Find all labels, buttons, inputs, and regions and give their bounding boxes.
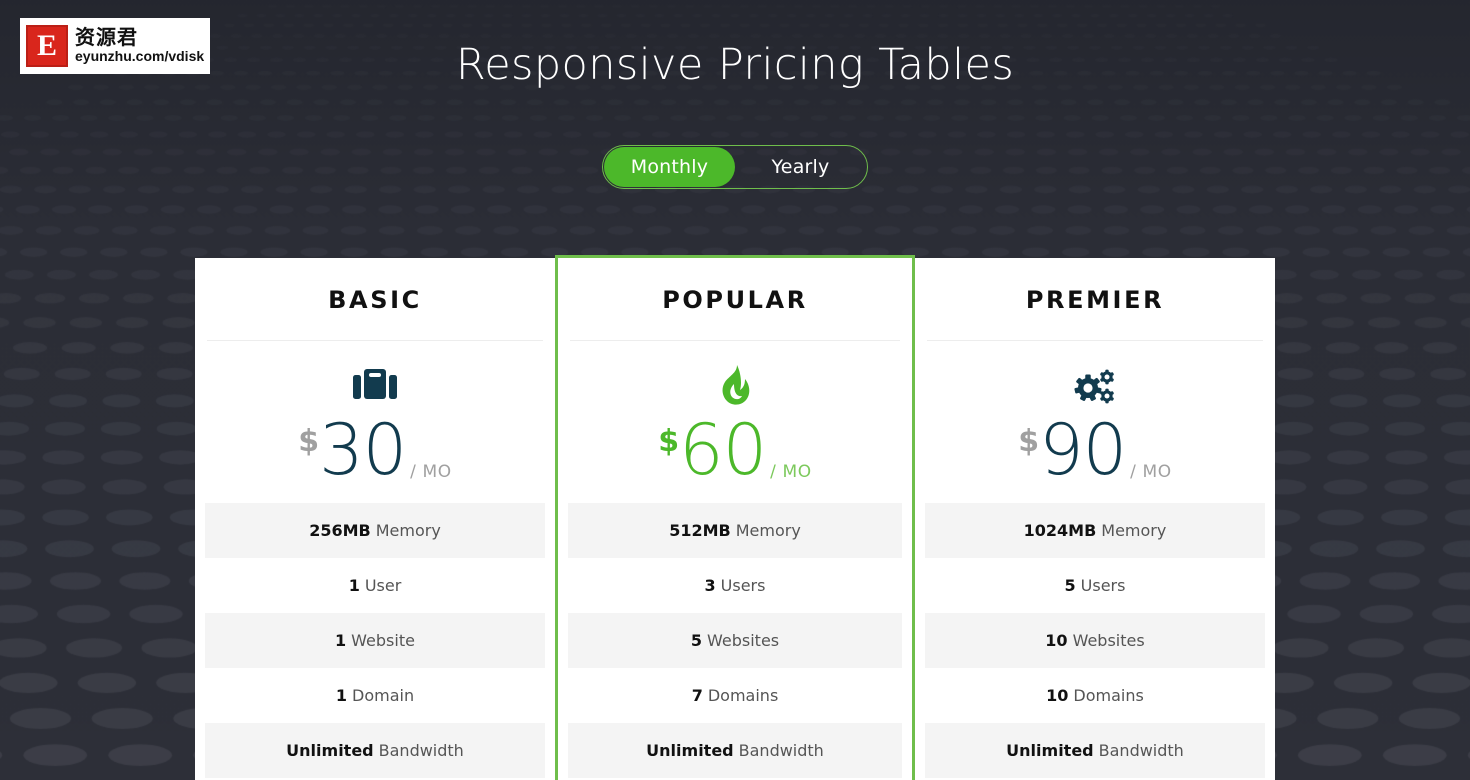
price-currency: $ — [658, 424, 680, 459]
feature-row: 7 Domains — [568, 668, 902, 723]
pricing-card-premier: PREMIER $90/ MO 1024MB Memory 5 Users 10 Websit… — [915, 258, 1275, 780]
pricing-tables: BASIC $30/ MO 256MB Memory 1 User 1 Website 1 Dom… — [195, 255, 1275, 780]
feature-value: 5 — [1064, 576, 1076, 595]
briefcase-icon — [195, 363, 555, 409]
feature-row: 3 Users — [568, 558, 902, 613]
feature-label: Memory — [735, 521, 801, 540]
feature-value: 3 — [704, 576, 716, 595]
feature-label: User — [364, 576, 402, 595]
price: $30/ MO — [195, 415, 555, 485]
feature-value: 7 — [691, 686, 703, 705]
watermark-badge-icon: E — [26, 25, 68, 67]
feature-row: 10 Websites — [925, 613, 1265, 668]
feature-list: 512MB Memory 3 Users 5 Websites 7 Domains Unlimi… — [558, 503, 912, 778]
feature-row: Unlimited Bandwidth — [568, 723, 902, 778]
feature-value: Unlimited — [646, 741, 734, 760]
price-block: $90/ MO — [915, 341, 1275, 503]
feature-value: 1024MB — [1023, 521, 1097, 540]
gears-icon — [915, 363, 1275, 409]
feature-row: 256MB Memory — [205, 503, 545, 558]
pricing-card-basic: BASIC $30/ MO 256MB Memory 1 User 1 Website 1 Dom… — [195, 258, 555, 780]
feature-label: Bandwidth — [1098, 741, 1184, 760]
feature-row: 10 Domains — [925, 668, 1265, 723]
price-block: $60/ MO — [558, 341, 912, 503]
pricing-card-popular: POPULAR $60/ MO 512MB Memory 3 Users 5 Websites… — [555, 255, 915, 780]
toggle-option-monthly[interactable]: Monthly — [604, 147, 735, 187]
feature-row: 1024MB Memory — [925, 503, 1265, 558]
feature-value: 5 — [690, 631, 702, 650]
site-watermark-logo: E 资源君 eyunzhu.com/vdisk — [20, 18, 210, 74]
feature-value: 1 — [335, 686, 348, 705]
feature-label: Websites — [1072, 631, 1145, 650]
feature-label: Users — [720, 576, 766, 595]
feature-label: Domains — [707, 686, 779, 705]
plan-name: POPULAR — [662, 286, 808, 314]
feature-value: 10 — [1046, 686, 1069, 705]
price: $60/ MO — [558, 415, 912, 485]
price-currency: $ — [298, 424, 320, 459]
feature-label: Memory — [1101, 521, 1167, 540]
price-block: $30/ MO — [195, 341, 555, 503]
price: $90/ MO — [915, 415, 1275, 485]
feature-label: Domain — [352, 686, 415, 705]
price-period: / MO — [410, 462, 452, 482]
plan-name: PREMIER — [1025, 286, 1165, 314]
feature-value: 512MB — [669, 521, 731, 540]
price-period: / MO — [1130, 462, 1172, 482]
watermark-chinese-name: 资源君 — [75, 25, 138, 50]
feature-row: 5 Users — [925, 558, 1265, 613]
flame-icon — [558, 363, 912, 409]
feature-label: Bandwidth — [738, 741, 824, 760]
feature-row: Unlimited Bandwidth — [205, 723, 545, 778]
watermark-url: eyunzhu.com/vdisk — [75, 48, 205, 65]
feature-value: 256MB — [309, 521, 371, 540]
feature-list: 256MB Memory 1 User 1 Website 1 Domain Unlimited… — [195, 503, 555, 778]
feature-row: 512MB Memory — [568, 503, 902, 558]
feature-value: Unlimited — [286, 741, 374, 760]
billing-toggle-wrapper: Monthly Yearly — [0, 145, 1470, 189]
plan-name: BASIC — [328, 286, 422, 314]
feature-value: Unlimited — [1006, 741, 1094, 760]
page-title: Responsive Pricing Tables — [455, 40, 1015, 90]
feature-label: Domains — [1073, 686, 1144, 705]
feature-label: Bandwidth — [378, 741, 464, 760]
feature-label: Websites — [707, 631, 780, 650]
feature-value: 10 — [1045, 631, 1068, 650]
watermark-text: 资源君 eyunzhu.com/vdisk — [75, 27, 204, 64]
price-amount: 90 — [1039, 409, 1127, 491]
price-currency: $ — [1018, 424, 1040, 459]
feature-label: Website — [351, 631, 415, 650]
toggle-option-yearly[interactable]: Yearly — [735, 147, 866, 187]
feature-label: Users — [1080, 576, 1126, 595]
feature-row: 1 Domain — [205, 668, 545, 723]
feature-row: Unlimited Bandwidth — [925, 723, 1265, 778]
billing-toggle[interactable]: Monthly Yearly — [602, 145, 868, 189]
price-amount: 60 — [679, 409, 767, 491]
feature-row: 5 Websites — [568, 613, 902, 668]
feature-row: 1 User — [205, 558, 545, 613]
watermark-badge-letter: E — [36, 29, 57, 62]
price-period: / MO — [770, 462, 812, 482]
price-amount: 30 — [319, 409, 407, 491]
feature-list: 1024MB Memory 5 Users 10 Websites 10 Domains Unl… — [915, 503, 1275, 778]
feature-value: 1 — [348, 576, 360, 595]
feature-row: 1 Website — [205, 613, 545, 668]
feature-label: Memory — [375, 521, 441, 540]
feature-value: 1 — [335, 631, 347, 650]
